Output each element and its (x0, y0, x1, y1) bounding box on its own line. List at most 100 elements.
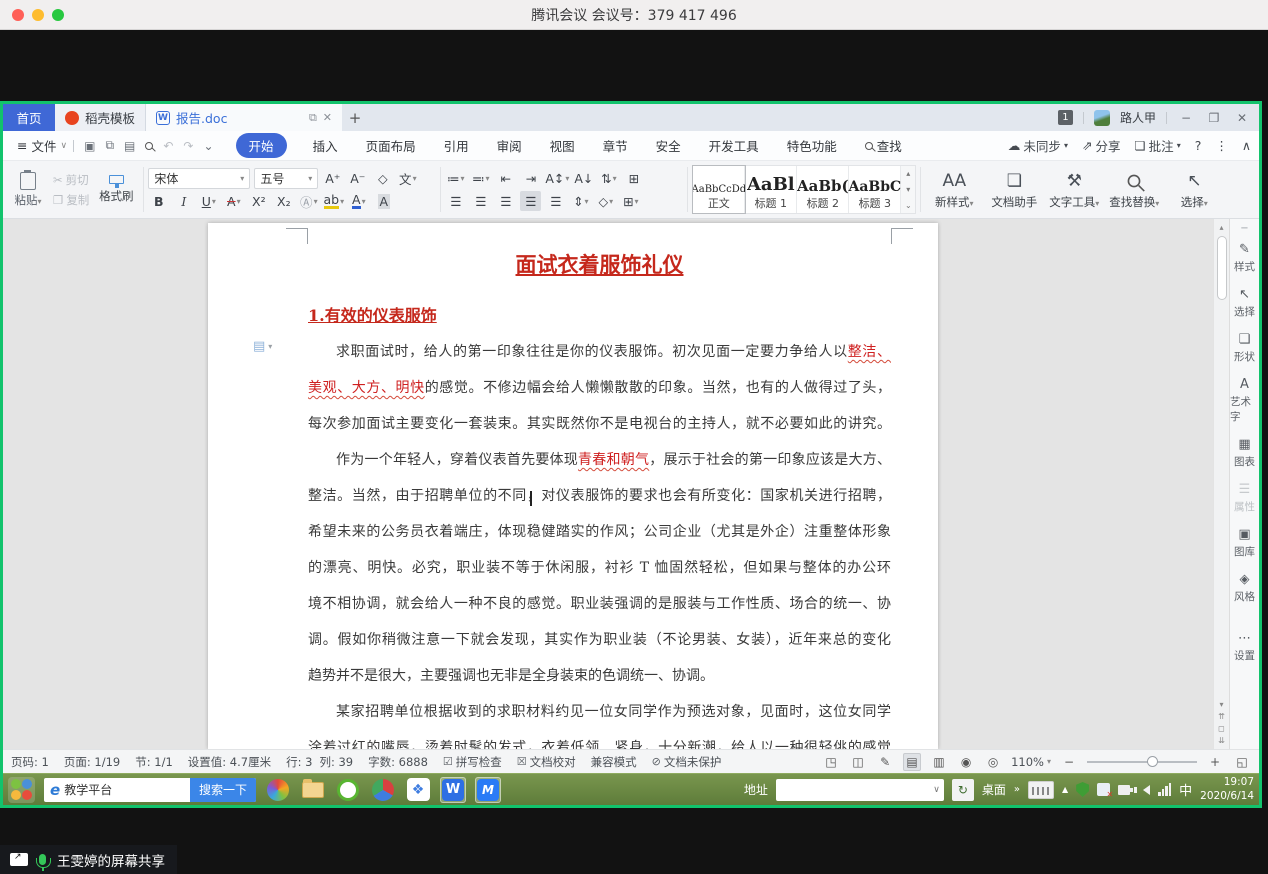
status-word-count[interactable]: 字数: 6888 (368, 754, 428, 770)
increase-indent-button[interactable]: ⇥ (520, 168, 541, 188)
tab-home[interactable]: 首页 (3, 104, 55, 131)
style-normal[interactable]: AaBbCcDd 正文 (693, 166, 745, 213)
zoom-in-button[interactable]: + (1206, 753, 1224, 771)
scroll-down-icon[interactable]: ▾ (1219, 700, 1223, 709)
sidebar-item-settings[interactable]: ⋯设置 (1234, 631, 1255, 663)
document-page[interactable]: 面试衣着服饰礼仪 1.有效的仪表服饰 求职面试时，给人的第一印象往往是你的仪表服… (208, 223, 938, 749)
sidebar-item-theme[interactable]: ◈风格 (1234, 572, 1255, 604)
underline-button[interactable]: U▾ (198, 192, 219, 212)
share-button[interactable]: ⇗ 分享 (1082, 136, 1121, 155)
network-signal-icon[interactable] (1158, 783, 1171, 796)
print-preview-icon[interactable] (145, 142, 153, 150)
decrease-font-button[interactable]: A⁻ (347, 168, 368, 188)
start-button[interactable] (8, 777, 35, 803)
file-menu-button[interactable]: ≡ 文件 ∨ (11, 136, 73, 155)
help-button[interactable]: ? (1195, 138, 1202, 153)
chevrons-icon[interactable]: » (1014, 784, 1020, 795)
zoom-out-button[interactable]: − (1060, 753, 1078, 771)
scrollbar-thumb[interactable] (1217, 236, 1227, 300)
protection-status[interactable]: ⊘文档未保护 (652, 754, 722, 770)
action-center-flag-icon[interactable] (1097, 783, 1110, 796)
taskbar-app-tricolor[interactable] (370, 777, 396, 803)
taskbar-search-box[interactable]: e 教学平台 搜索一下 (44, 778, 256, 802)
find-replace-button[interactable]: 查找替换▾ (1105, 169, 1163, 210)
taskbar-app-thunder[interactable]: ❖ (405, 777, 431, 803)
combo-arrow-icon[interactable]: ∨ (933, 785, 940, 795)
decrease-indent-button[interactable]: ⇤ (495, 168, 516, 188)
security-shield-icon[interactable] (1076, 782, 1089, 797)
clear-format-button[interactable]: ◇ (372, 168, 393, 188)
sidebar-item-shapes[interactable]: ❏形状 (1234, 332, 1255, 364)
save-icon[interactable]: ▣ (84, 139, 95, 153)
ribbon-tab-insert[interactable]: 插入 (311, 134, 340, 157)
previous-page-icon[interactable]: ⇈ (1218, 712, 1225, 721)
outline-font-button[interactable]: Ⓐ▾ (298, 192, 319, 212)
zoom-level[interactable]: 110%▾ (1011, 755, 1051, 769)
undo-icon[interactable]: ↶ (163, 139, 173, 153)
gallery-down-icon[interactable]: ▾ (906, 185, 910, 194)
sidebar-item-gallery[interactable]: ▣图库 (1234, 527, 1255, 559)
ribbon-tab-references[interactable]: 引用 (442, 134, 471, 157)
paragraph-layout-button[interactable]: ⇅▾ (598, 168, 619, 188)
cut-button[interactable]: ✂剪切 (53, 172, 89, 188)
fit-page-button[interactable]: ◱ (1233, 753, 1251, 771)
address-input[interactable]: ∨ (776, 779, 944, 801)
strikethrough-button[interactable]: A▾ (223, 192, 244, 212)
text-tool-button[interactable]: ⚒ 文字工具▾ (1045, 169, 1103, 210)
highlight-button[interactable]: ab▾ (323, 192, 344, 212)
ribbon-tab-page-layout[interactable]: 页面布局 (364, 134, 418, 157)
print-layout-view-icon[interactable]: ▤ (903, 753, 921, 771)
taskbar-app-wps[interactable]: W (440, 777, 466, 803)
ribbon-tab-home[interactable]: 开始 (236, 133, 287, 158)
tab-docer[interactable]: 稻壳模板 (55, 104, 146, 131)
paragraph-options-widget[interactable]: ▤ ▾ (253, 339, 272, 354)
ribbon-tab-review[interactable]: 审阅 (495, 134, 524, 157)
mac-close-button[interactable] (12, 9, 24, 21)
text-direction-button[interactable]: ⊞ (623, 168, 644, 188)
select-browse-object-icon[interactable]: ◻ (1218, 724, 1225, 733)
gallery-more-icon[interactable]: ⌄ (905, 201, 912, 210)
fullscreen-view-icon[interactable]: ◳ (822, 753, 840, 771)
sidebar-item-wordart[interactable]: A艺术字 (1230, 377, 1259, 424)
style-heading2[interactable]: AaBb( 标题 2 (797, 166, 849, 213)
taskbar-app-meeting[interactable]: M (475, 777, 501, 803)
comment-button[interactable]: ❏ 批注 ▾ (1134, 136, 1180, 155)
justify-button[interactable]: ☰ (520, 191, 541, 211)
tab-document[interactable]: W 报告.doc ⧉ ✕ (146, 104, 342, 131)
mac-zoom-button[interactable] (52, 9, 64, 21)
export-pdf-icon[interactable]: ⧉ (105, 138, 114, 153)
taskbar-app-explorer[interactable] (300, 777, 326, 803)
shading-fill-button[interactable]: ◇▾ (595, 191, 616, 211)
vertical-scrollbar[interactable]: ▴ ▾ ⇈ ◻ ⇊ (1213, 219, 1229, 749)
ribbon-tab-view[interactable]: 视图 (548, 134, 577, 157)
paste-button[interactable]: 粘贴▾ (7, 172, 49, 208)
two-page-view-icon[interactable]: ◫ (849, 753, 867, 771)
numbering-button[interactable]: ≕▾ (470, 168, 491, 188)
format-painter-button[interactable]: 格式刷 (93, 175, 139, 204)
sync-status-button[interactable]: ☁ 未同步 ▾ (1008, 136, 1068, 155)
pinyin-guide-button[interactable]: 文▾ (397, 168, 418, 188)
ribbon-tab-section[interactable]: 章节 (601, 134, 630, 157)
sidebar-collapse-icon[interactable]: − (1240, 223, 1248, 234)
increase-font-button[interactable]: A⁺ (322, 168, 343, 188)
search-input[interactable]: 教学平台 (64, 781, 190, 798)
char-scale-button[interactable]: A↕▾ (545, 168, 569, 188)
user-avatar[interactable] (1094, 110, 1110, 126)
ribbon-tab-dev-tools[interactable]: 开发工具 (707, 134, 761, 157)
distribute-button[interactable]: ☰ (545, 191, 566, 211)
user-name[interactable]: 路人甲 (1120, 109, 1156, 126)
char-shading-button[interactable]: A (373, 192, 394, 212)
ime-indicator[interactable]: 中 (1179, 780, 1192, 799)
taskbar-clock[interactable]: 19:07 2020/6/14 (1200, 776, 1254, 802)
ribbon-tab-special-features[interactable]: 特色功能 (785, 134, 839, 157)
select-button[interactable]: ↖ 选择▾ (1165, 169, 1223, 210)
ink-annotate-icon[interactable]: ✎ (876, 753, 894, 771)
speaker-icon[interactable] (1138, 785, 1150, 795)
proofread-button[interactable]: ☒文档校对 (517, 754, 576, 770)
search-submit-button[interactable]: 搜索一下 (190, 778, 256, 802)
ribbon-tab-security[interactable]: 安全 (654, 134, 683, 157)
font-size-select[interactable]: 五号 ▾ (254, 168, 318, 189)
desktop-toolbar-label[interactable]: 桌面 (982, 781, 1006, 798)
sidebar-item-style[interactable]: ✎样式 (1234, 242, 1255, 274)
superscript-button[interactable]: X² (248, 192, 269, 212)
